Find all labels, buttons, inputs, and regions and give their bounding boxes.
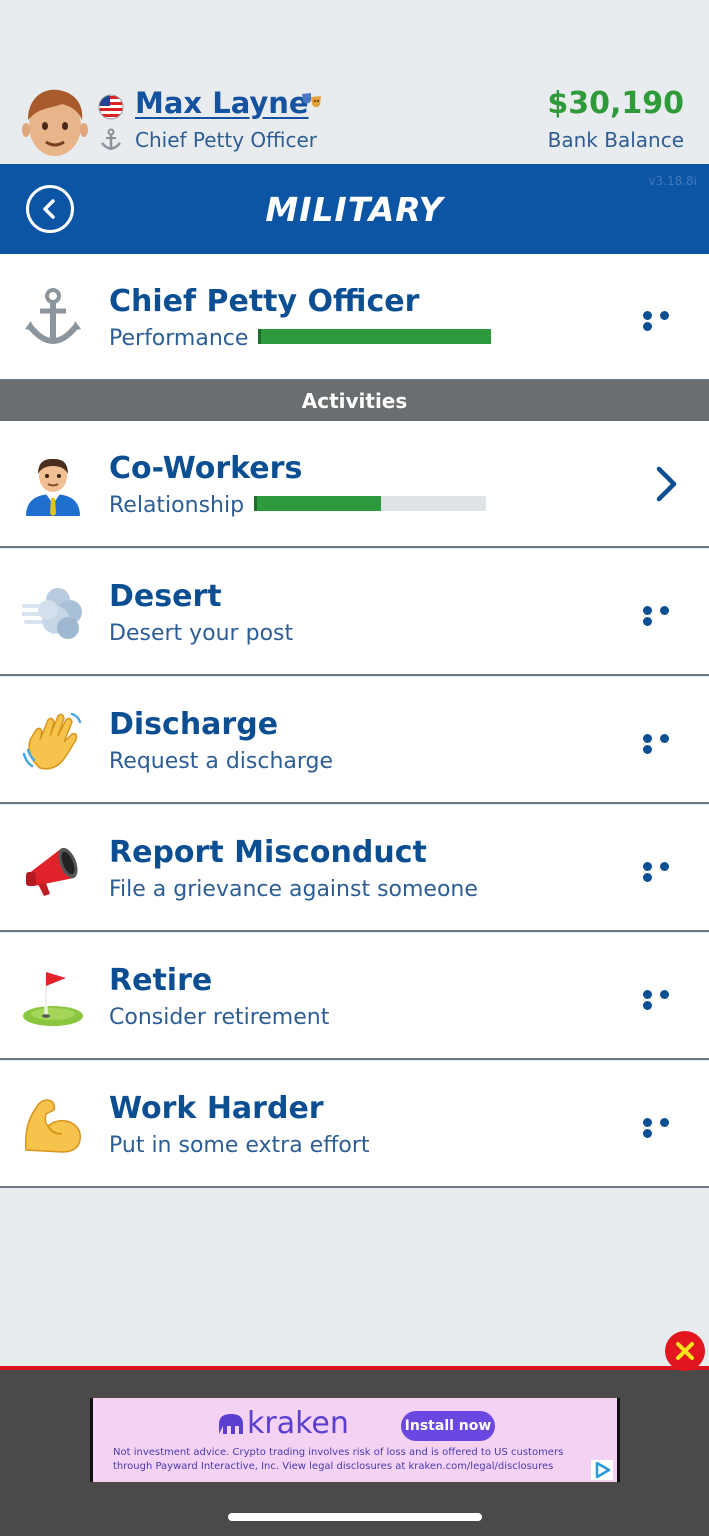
activity-row-work-harder[interactable]: Work Harder Put in some extra effort xyxy=(0,1061,709,1188)
megaphone-icon xyxy=(26,847,78,896)
golf-flag-icon xyxy=(23,972,83,1026)
more-options-button[interactable] xyxy=(643,1116,689,1138)
ad-close-button[interactable] xyxy=(665,1331,705,1371)
ad-brand-text: kraken xyxy=(247,1406,349,1441)
job-title: Chief Petty Officer xyxy=(109,284,420,319)
performance-bar xyxy=(258,329,491,344)
activity-subtitle: Put in some extra effort xyxy=(109,1133,370,1158)
title-bar: MILITARY v3.18.8i xyxy=(0,164,709,254)
activity-row-desert[interactable]: Desert Desert your post xyxy=(0,549,709,676)
more-options-button[interactable] xyxy=(643,604,689,626)
anchor-icon xyxy=(101,128,121,150)
close-icon xyxy=(676,1342,694,1360)
character-name[interactable]: Max Layne xyxy=(135,86,309,120)
us-flag-icon xyxy=(98,94,124,120)
activity-subtitle: File a grievance against someone xyxy=(109,877,478,902)
man-office-worker-icon xyxy=(26,458,80,516)
adchoices-icon[interactable] xyxy=(591,1460,613,1480)
bank-balance-label: Bank Balance xyxy=(547,128,684,152)
job-row[interactable]: Chief Petty Officer Performance xyxy=(0,254,709,381)
more-options-button[interactable] xyxy=(643,732,689,754)
activity-title: Discharge xyxy=(109,707,279,742)
relationship-bar xyxy=(254,496,486,511)
character-job-title: Chief Petty Officer xyxy=(135,128,318,152)
theater-masks-icon xyxy=(302,93,321,108)
ad-disclaimer-line-1: Not investment advice. Crypto trading in… xyxy=(113,1447,564,1458)
version-label: v3.18.8i xyxy=(648,174,697,188)
ad-disclaimer: Not investment advice. Crypto trading in… xyxy=(113,1446,593,1474)
activity-title: Work Harder xyxy=(109,1091,324,1126)
page-title: MILITARY xyxy=(265,190,444,229)
bank-balance-amount: $30,190 xyxy=(547,86,684,121)
activity-row-report-misconduct[interactable]: Report Misconduct File a grievance again… xyxy=(0,805,709,932)
more-options-button[interactable] xyxy=(643,860,689,882)
character-header: Max Layne Chief Petty Officer $30,190 Ba… xyxy=(0,0,709,164)
waving-hand-icon xyxy=(22,712,82,770)
activity-row-discharge[interactable]: Discharge Request a discharge xyxy=(0,677,709,804)
activity-title: Retire xyxy=(109,963,213,998)
more-options-button[interactable] xyxy=(643,309,689,331)
relationship-bar-fill xyxy=(257,496,381,511)
section-header-activities: Activities xyxy=(0,381,709,421)
performance-bar-fill xyxy=(261,329,491,344)
activity-subtitle: Desert your post xyxy=(109,621,294,646)
activity-row-retire[interactable]: Retire Consider retirement xyxy=(0,933,709,1060)
avatar-icon[interactable] xyxy=(22,86,88,158)
ad-banner[interactable]: kraken Install now Not investment advice… xyxy=(90,1398,620,1482)
activity-subtitle: Request a discharge xyxy=(109,749,334,774)
chevron-right-icon[interactable] xyxy=(655,465,679,503)
activity-subtitle: Relationship xyxy=(109,493,245,518)
performance-label: Performance xyxy=(109,326,249,351)
activity-title: Desert xyxy=(109,579,222,614)
dash-cloud-icon xyxy=(22,588,82,639)
ad-disclaimer-line-2: through Payward Interactive, Inc. View l… xyxy=(113,1461,554,1472)
anchor-icon xyxy=(25,288,81,344)
install-now-button[interactable]: Install now xyxy=(401,1411,495,1441)
flexed-biceps-icon xyxy=(24,1099,82,1153)
activity-row-co-workers[interactable]: Co-Workers Relationship xyxy=(0,421,709,548)
kraken-logo: kraken xyxy=(217,1406,367,1441)
more-options-button[interactable] xyxy=(643,988,689,1010)
activity-subtitle: Consider retirement xyxy=(109,1005,330,1030)
activity-title: Co-Workers xyxy=(109,451,303,486)
home-indicator[interactable] xyxy=(228,1513,482,1521)
activity-title: Report Misconduct xyxy=(109,835,427,870)
ad-banner-container: kraken Install now Not investment advice… xyxy=(0,1366,709,1536)
